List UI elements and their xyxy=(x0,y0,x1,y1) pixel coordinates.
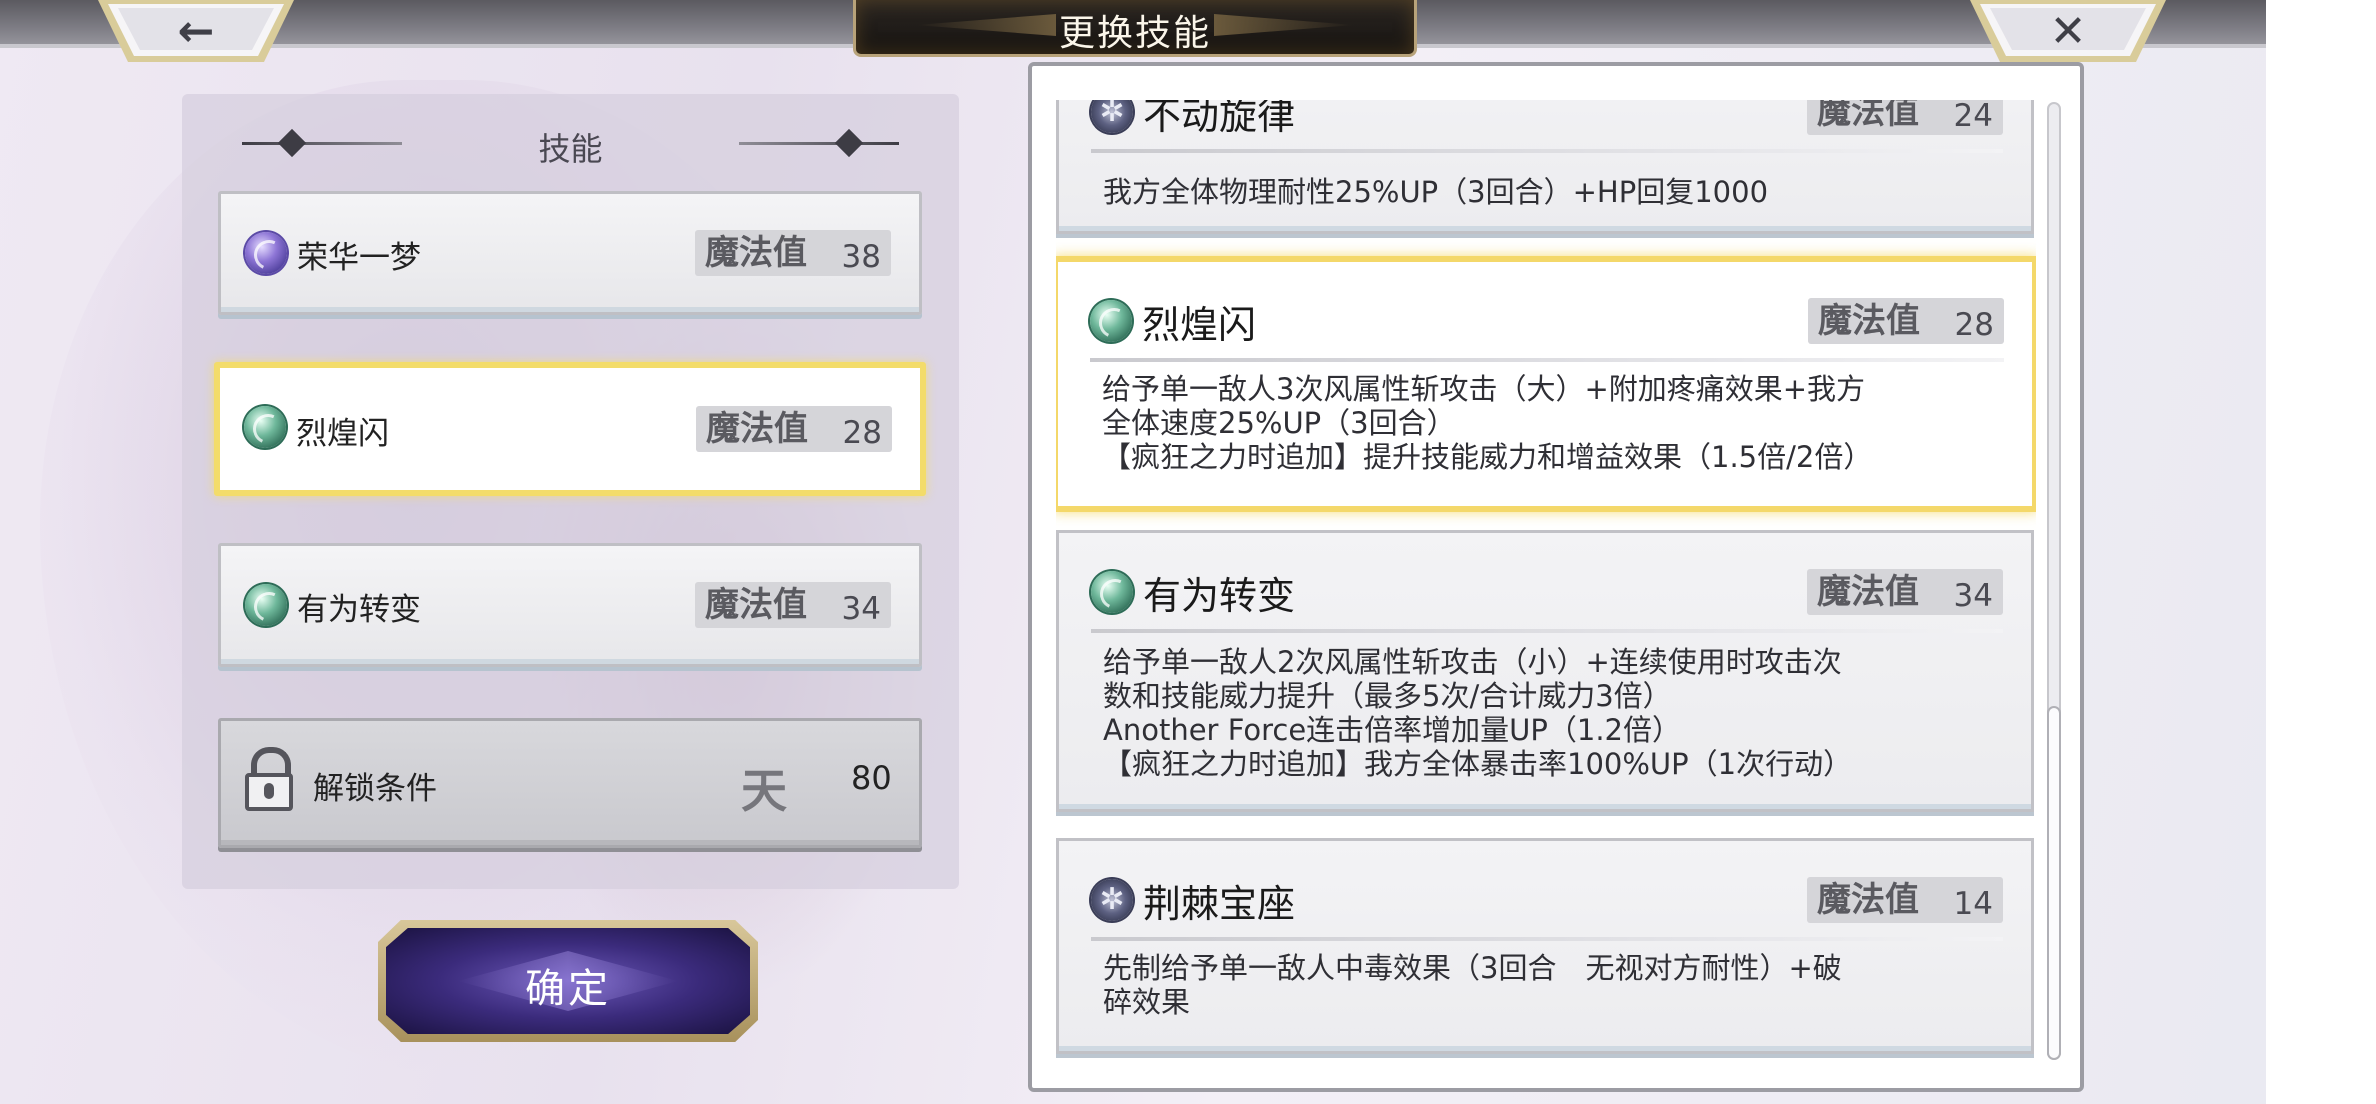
back-button[interactable]: ← xyxy=(96,0,296,66)
mp-cost-box: 魔法值 34 xyxy=(1807,569,2003,615)
desc-line: Another Force连击倍率增加量UP（1.2倍） xyxy=(1103,713,1681,747)
skill-orb-icon xyxy=(1091,100,1133,133)
skill-card-description: 我方全体物理耐性25%UP（3回合）+HP回复1000 xyxy=(1103,175,1991,209)
mp-value: 28 xyxy=(1954,307,1994,343)
mp-value: 24 xyxy=(1953,100,1993,134)
lock-icon xyxy=(245,747,293,811)
desc-line: 给予单一敌人3次风属性斩攻击（大）+附加疼痛效果+我方 xyxy=(1102,372,1866,406)
skill-card-1[interactable]: 不动旋律 魔法值 24 我方全体物理耐性25%UP（3回合）+HP回复1000 xyxy=(1056,100,2034,234)
skill-card-description: 给予单一敌人2次风属性斩攻击（小）+连续使用时攻击次 数和技能威力提升（最多5次… xyxy=(1103,645,1991,781)
title-plate: 更换技能 xyxy=(853,0,1417,57)
skill-card-name: 荆棘宝座 xyxy=(1143,882,1296,926)
skill-slot-2-selected[interactable]: 烈煌闪 魔法值 28 xyxy=(214,362,926,496)
unlock-level-value: 80 xyxy=(851,759,892,797)
skill-slot-name: 荣华一梦 xyxy=(297,240,421,276)
skill-card-2-selected[interactable]: 烈煌闪 魔法值 28 给予单一敌人3次风属性斩攻击（大）+附加疼痛效果+我方 全… xyxy=(1056,256,2036,512)
mp-value: 28 xyxy=(842,415,882,451)
desc-line: 【疯狂之力时追加】提升技能威力和增益效果（1.5倍/2倍） xyxy=(1102,440,1873,474)
confirm-button-label: 确定 xyxy=(525,966,611,1012)
skill-orb-icon xyxy=(1091,879,1133,921)
skill-orb-icon xyxy=(1090,300,1132,342)
desc-line: 数和技能威力提升（最多5次/合计威力3倍） xyxy=(1103,679,1672,713)
skill-card-3[interactable]: 有为转变 魔法值 34 给予单一敌人2次风属性斩攻击（小）+连续使用时攻击次 数… xyxy=(1056,530,2034,812)
skill-list[interactable]: 不动旋律 魔法值 24 我方全体物理耐性25%UP（3回合）+HP回复1000 … xyxy=(1056,100,2036,1080)
skill-slot-name: 有为转变 xyxy=(297,592,421,628)
mp-cost-box: 魔法值 38 xyxy=(695,230,891,276)
mp-label: 魔法值 xyxy=(706,409,808,449)
mp-cost-box: 魔法值 28 xyxy=(696,406,892,452)
skill-card-name: 不动旋律 xyxy=(1143,100,1296,138)
skill-orb-icon xyxy=(245,584,287,626)
skill-card-description: 给予单一敌人3次风属性斩攻击（大）+附加疼痛效果+我方 全体速度25%UP（3回… xyxy=(1102,372,1992,474)
mp-label: 魔法值 xyxy=(1817,572,1919,612)
skill-slot-1[interactable]: 荣华一梦 魔法值 38 xyxy=(218,191,922,315)
mp-label: 魔法值 xyxy=(1818,301,1920,341)
desc-line: 碎效果 xyxy=(1103,985,1191,1019)
skill-card-name: 烈煌闪 xyxy=(1142,303,1257,347)
skill-card-description: 先制给予单一敌人中毒效果（3回合 无视对方耐性）+破 碎效果 xyxy=(1103,951,1991,1019)
panel-heading-label: 技能 xyxy=(538,130,603,168)
arrow-left-icon: ← xyxy=(177,6,215,57)
page-title: 更换技能 xyxy=(1058,13,1211,54)
skill-list-panel: 不动旋律 魔法值 24 我方全体物理耐性25%UP（3回合）+HP回复1000 … xyxy=(1028,62,2084,1092)
screen-edge xyxy=(2266,0,2376,1104)
locked-skill-slot[interactable]: 解锁条件 天 80 xyxy=(218,718,922,848)
equipped-skills-panel: 技能 荣华一梦 魔法值 38 烈煌闪 魔法值 28 有为转变 魔法值 34 解锁… xyxy=(182,94,959,889)
skill-card-4[interactable]: 荆棘宝座 魔法值 14 先制给予单一敌人中毒效果（3回合 无视对方耐性）+破 碎… xyxy=(1056,838,2034,1054)
mp-cost-box: 魔法值 34 xyxy=(695,582,891,628)
panel-heading: 技能 xyxy=(182,118,959,168)
desc-line: 全体速度25%UP（3回合） xyxy=(1102,406,1456,440)
mp-label: 魔法值 xyxy=(705,233,807,273)
close-button[interactable]: ✕ xyxy=(1968,0,2168,66)
skill-orb-icon xyxy=(244,406,286,448)
tian-rank-icon: 天 xyxy=(741,764,787,818)
mp-label: 魔法值 xyxy=(705,585,807,625)
desc-line: 给予单一敌人2次风属性斩攻击（小）+连续使用时攻击次 xyxy=(1103,645,1842,679)
close-x-icon: ✕ xyxy=(2049,6,2087,57)
scrollbar-thumb[interactable] xyxy=(2047,706,2061,1060)
skill-orb-icon xyxy=(1091,571,1133,613)
desc-line: 我方全体物理耐性25%UP（3回合）+HP回复1000 xyxy=(1103,175,1769,209)
skill-orb-icon xyxy=(245,232,287,274)
desc-line: 先制给予单一敌人中毒效果（3回合 无视对方耐性）+破 xyxy=(1103,951,1842,985)
skill-slot-name: 烈煌闪 xyxy=(296,416,389,452)
desc-line: 【疯狂之力时追加】我方全体暴击率100%UP（1次行动） xyxy=(1103,747,1853,781)
mp-cost-box: 魔法值 28 xyxy=(1808,298,2004,344)
mp-value: 14 xyxy=(1953,886,1993,922)
mp-label: 魔法值 xyxy=(1817,880,1919,920)
mp-value: 38 xyxy=(841,239,881,275)
mp-cost-box: 魔法值 14 xyxy=(1807,877,2003,923)
skill-slot-3[interactable]: 有为转变 魔法值 34 xyxy=(218,543,922,667)
mp-cost-box: 魔法值 24 xyxy=(1807,100,2003,135)
mp-label: 魔法值 xyxy=(1817,100,1919,132)
skill-card-name: 有为转变 xyxy=(1143,574,1296,618)
mp-value: 34 xyxy=(1953,578,1993,614)
confirm-button[interactable]: 确定 xyxy=(378,920,758,1042)
mp-value: 34 xyxy=(841,591,881,627)
unlock-condition-label: 解锁条件 xyxy=(313,771,437,807)
